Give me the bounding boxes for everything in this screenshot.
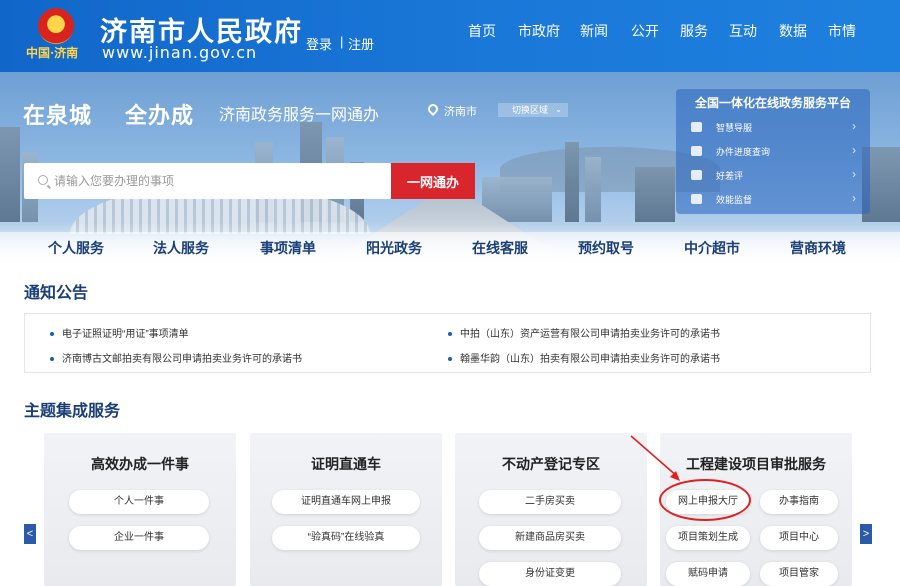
service-platform-panel: 全国一体化在线政务服务平台 智慧导服 › 办件进度查询 › 好差评 › 效能监督… xyxy=(676,89,870,214)
top-nav-government[interactable]: 市政府 xyxy=(518,21,560,41)
platform-item-label: 好差评 xyxy=(716,171,744,181)
login-separator: | xyxy=(340,34,344,49)
review-icon xyxy=(691,170,702,180)
carousel-prev-button[interactable]: < xyxy=(24,524,36,544)
login-link[interactable]: 登录 xyxy=(306,34,332,53)
top-nav-data[interactable]: 数据 xyxy=(779,21,807,41)
bullet-icon xyxy=(50,332,54,337)
service-pill[interactable]: 二手房买卖 xyxy=(479,490,621,514)
emblem-caption: 中国·济南 xyxy=(26,46,79,60)
notice-item[interactable]: 中拍（山东）资产运营有限公司申请拍卖业务许可的承诺书 xyxy=(448,325,720,340)
service-pill[interactable]: 企业一件事 xyxy=(69,526,209,550)
chevron-right-icon: › xyxy=(852,143,856,157)
platform-item-guide[interactable]: 智慧导服 › xyxy=(686,117,862,137)
carousel-next-button[interactable]: > xyxy=(860,524,872,544)
notice-text: 电子证照证明“用证”事项清单 xyxy=(62,329,189,340)
bullet-icon xyxy=(50,357,54,362)
supervision-icon xyxy=(691,194,702,204)
platform-item-label: 效能监督 xyxy=(716,195,753,205)
service-pill[interactable]: 赋码申请 xyxy=(666,562,750,586)
theme-card-title: 高效办成一件事 xyxy=(91,456,189,472)
service-pill[interactable]: 项目中心 xyxy=(760,526,838,550)
notice-item[interactable]: 济南博古文邮拍卖有限公司申请拍卖业务许可的承诺书 xyxy=(50,350,302,365)
search-input[interactable] xyxy=(54,172,374,190)
switch-area-dropdown[interactable]: 切换区域 ⌄ xyxy=(498,103,568,117)
top-nav-interaction[interactable]: 互动 xyxy=(729,21,757,41)
main-nav-legal-person[interactable]: 法人服务 xyxy=(153,238,209,258)
main-nav-appointment[interactable]: 预约取号 xyxy=(578,238,634,258)
chevron-right-icon: › xyxy=(852,167,856,181)
switch-area-label: 切换区域 xyxy=(512,105,549,115)
banner-building xyxy=(635,167,675,222)
notice-text: 翰墨华韵（山东）拍卖有限公司申请拍卖业务许可的承诺书 xyxy=(460,354,720,365)
chevron-right-icon: › xyxy=(852,119,856,133)
notice-text: 中拍（山东）资产运营有限公司申请拍卖业务许可的承诺书 xyxy=(460,329,720,340)
annotation-circle xyxy=(659,479,751,521)
service-pill[interactable]: 项目策划生成 xyxy=(666,526,750,550)
theme-card-real-estate: 不动产登记专区 二手房买卖 新建商品房买卖 身份证变更 xyxy=(455,433,647,586)
notice-item[interactable]: 电子证照证明“用证”事项清单 xyxy=(50,325,189,340)
notice-text: 济南博古文邮拍卖有限公司申请拍卖业务许可的承诺书 xyxy=(62,354,302,365)
guide-icon xyxy=(691,122,702,132)
slogan-part-1: 在泉城 xyxy=(23,103,93,128)
annotation-arrow-icon xyxy=(630,435,680,481)
platform-item-supervision[interactable]: 效能监督 › xyxy=(686,189,862,209)
themes-title: 主题集成服务 xyxy=(24,403,121,420)
main-nav-bar xyxy=(0,232,900,262)
main-nav-business-env[interactable]: 营商环境 xyxy=(790,238,846,258)
platform-title: 全国一体化在线政务服务平台 xyxy=(694,96,851,110)
service-pill[interactable]: 证明直通车网上申报 xyxy=(272,490,420,514)
main-nav-sunshine[interactable]: 阳光政务 xyxy=(366,238,422,258)
theme-card-certificate: 证明直通车 证明直通车网上申报 “验真码”在线验真 xyxy=(250,433,442,586)
top-nav-home[interactable]: 首页 xyxy=(468,21,496,41)
search-button[interactable]: 一网通办 xyxy=(391,163,475,199)
platform-item-progress[interactable]: 办件进度查询 › xyxy=(686,141,862,161)
banner-building xyxy=(0,127,20,222)
main-nav-item-list[interactable]: 事项清单 xyxy=(260,238,316,258)
top-nav-service[interactable]: 服务 xyxy=(680,21,708,41)
platform-item-label: 智慧导服 xyxy=(716,123,753,133)
slogan-part-2: 全办成 xyxy=(125,103,195,128)
theme-card-title: 工程建设项目审批服务 xyxy=(686,456,826,472)
theme-card-one-thing: 高效办成一件事 个人一件事 企业一件事 xyxy=(44,433,236,586)
platform-item-review[interactable]: 好差评 › xyxy=(686,165,862,185)
progress-icon xyxy=(691,146,702,156)
banner-building xyxy=(585,157,601,222)
theme-card-title: 证明直通车 xyxy=(311,456,381,472)
top-nav-city-info[interactable]: 市情 xyxy=(828,21,856,41)
bullet-icon xyxy=(448,332,452,337)
main-nav-online-service[interactable]: 在线客服 xyxy=(472,238,528,258)
platform-item-label: 办件进度查询 xyxy=(716,147,771,157)
service-pill[interactable]: 个人一件事 xyxy=(69,490,209,514)
current-city: 济南市 xyxy=(444,106,477,118)
service-pill[interactable]: 身份证变更 xyxy=(479,562,621,586)
site-url: www.jinan.gov.cn xyxy=(102,43,258,62)
top-nav-news[interactable]: 新闻 xyxy=(580,21,608,41)
chevron-down-icon: ⌄ xyxy=(555,105,562,114)
bullet-icon xyxy=(448,357,452,362)
site-header: 中国·济南 济南市人民政府 www.jinan.gov.cn 登录 | 注册 首… xyxy=(0,0,900,72)
search-icon xyxy=(38,175,48,185)
service-pill[interactable]: “验真码”在线验真 xyxy=(272,526,420,550)
top-nav-public[interactable]: 公开 xyxy=(631,21,659,41)
service-pill[interactable]: 项目管家 xyxy=(760,562,838,586)
notice-item[interactable]: 翰墨华韵（山东）拍卖有限公司申请拍卖业务许可的承诺书 xyxy=(448,350,720,365)
service-pill[interactable]: 办事指南 xyxy=(760,490,838,514)
theme-card-title: 不动产登记专区 xyxy=(502,456,600,472)
main-nav-personal[interactable]: 个人服务 xyxy=(48,238,104,258)
register-link[interactable]: 注册 xyxy=(348,34,374,53)
slogan-subtitle: 济南政务服务一网通办 xyxy=(219,107,380,124)
national-emblem-icon xyxy=(38,8,74,44)
chevron-right-icon: › xyxy=(852,191,856,205)
notices-title: 通知公告 xyxy=(24,285,89,302)
banner-building xyxy=(565,142,579,222)
service-pill[interactable]: 新建商品房买卖 xyxy=(479,526,621,550)
main-nav-agency-market[interactable]: 中介超市 xyxy=(684,238,740,258)
